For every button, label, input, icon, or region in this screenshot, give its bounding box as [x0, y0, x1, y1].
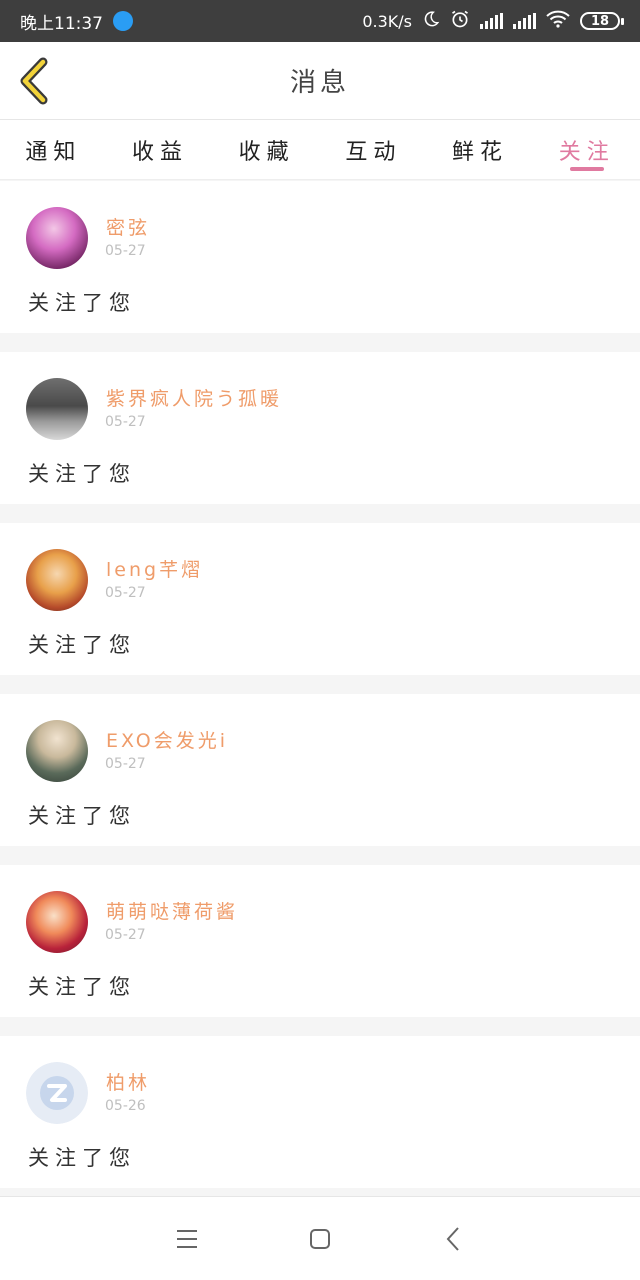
wifi-icon	[546, 10, 570, 32]
back-button[interactable]	[14, 56, 54, 106]
username[interactable]: 萌萌哒薄荷酱	[106, 897, 238, 924]
date: 05-26	[105, 1098, 146, 1114]
tab-label: 互动	[345, 139, 402, 165]
date: 05-27	[105, 756, 146, 772]
username[interactable]: 紫界疯人院う孤暖	[106, 384, 282, 411]
signal-icon	[513, 13, 536, 29]
tab-interaction[interactable]: 互动	[320, 120, 427, 179]
tab-favorites[interactable]: 收藏	[213, 120, 320, 179]
tab-flowers[interactable]: 鲜花	[427, 120, 534, 179]
app-icon	[113, 11, 133, 31]
list-item[interactable]: EXO会发光i 05-27 关注了您	[0, 694, 640, 846]
chevron-left-icon	[20, 57, 48, 105]
menu-button[interactable]	[162, 1214, 212, 1264]
battery-level: 18	[590, 13, 610, 29]
back-icon	[446, 1226, 460, 1251]
battery-icon: 18	[580, 12, 624, 30]
tab-bar: 通知 收益 收藏 互动 鲜花 关注	[0, 120, 640, 180]
menu-icon	[176, 1229, 197, 1248]
date: 05-27	[105, 414, 146, 430]
signal-icon	[480, 13, 503, 29]
username[interactable]: leng芊熠	[106, 555, 203, 582]
avatar[interactable]	[26, 891, 88, 953]
date: 05-27	[105, 243, 146, 259]
username[interactable]: 密弦	[106, 213, 150, 240]
system-nav-bar	[0, 1196, 640, 1280]
message-text: 关注了您	[28, 633, 136, 657]
tab-income[interactable]: 收益	[107, 120, 214, 179]
status-bar: 晚上11:37 0.3K/s 18	[0, 0, 640, 42]
default-avatar-icon	[26, 1062, 88, 1124]
list-item[interactable]: 柏林 05-26 关注了您	[0, 1036, 640, 1188]
date: 05-27	[105, 585, 146, 601]
status-right: 0.3K/s 18	[362, 9, 624, 33]
status-time: 晚上11:37	[20, 13, 103, 34]
tab-label: 收益	[132, 139, 189, 165]
date: 05-27	[105, 927, 146, 943]
message-text: 关注了您	[28, 975, 136, 999]
username[interactable]: EXO会发光i	[106, 726, 228, 753]
home-button[interactable]	[295, 1214, 345, 1264]
avatar[interactable]	[26, 1062, 88, 1124]
message-text: 关注了您	[28, 291, 136, 315]
moon-icon	[422, 10, 440, 32]
alarm-icon	[450, 9, 470, 33]
page-title: 消息	[289, 68, 350, 98]
tab-label: 鲜花	[452, 139, 509, 165]
message-text: 关注了您	[28, 462, 136, 486]
home-icon	[309, 1228, 330, 1249]
tab-label: 收藏	[238, 139, 295, 165]
tab-follow[interactable]: 关注	[533, 120, 640, 179]
network-speed: 0.3K/s	[362, 11, 412, 31]
header: 消息	[0, 42, 640, 120]
nav-back-button[interactable]	[428, 1214, 478, 1264]
tab-notice[interactable]: 通知	[0, 120, 107, 179]
list-item[interactable]: 密弦 05-27 关注了您	[0, 181, 640, 333]
tab-label: 关注	[558, 139, 615, 165]
avatar[interactable]	[26, 549, 88, 611]
message-text: 关注了您	[28, 804, 136, 828]
message-text: 关注了您	[28, 1146, 136, 1170]
list-item[interactable]: 萌萌哒薄荷酱 05-27 关注了您	[0, 865, 640, 1017]
avatar[interactable]	[26, 720, 88, 782]
username[interactable]: 柏林	[106, 1068, 150, 1095]
avatar[interactable]	[26, 207, 88, 269]
list-item[interactable]: leng芊熠 05-27 关注了您	[0, 523, 640, 675]
notification-list: 密弦 05-27 关注了您 紫界疯人院う孤暖 05-27 关注了您 leng芊熠…	[0, 181, 640, 1207]
list-item[interactable]: 紫界疯人院う孤暖 05-27 关注了您	[0, 352, 640, 504]
tab-label: 通知	[25, 139, 82, 165]
status-left: 晚上11:37	[20, 9, 133, 34]
avatar[interactable]	[26, 378, 88, 440]
